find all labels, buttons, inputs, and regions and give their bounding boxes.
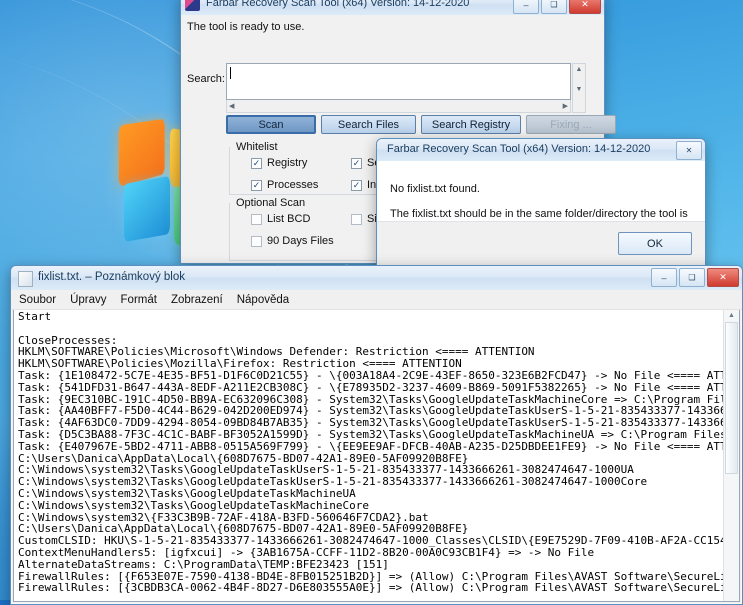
notepad-titlebar[interactable]: fixlist.txt. – Poznámkový blok – ❑ ✕ [11, 266, 742, 291]
search-files-button[interactable]: Search Files [321, 115, 416, 134]
scroll-up-icon[interactable]: ▲ [724, 312, 739, 319]
menu-item-help[interactable]: Nápověda [237, 294, 289, 306]
no-fixlist-dialog[interactable]: Farbar Recovery Scan Tool (x64) Version:… [376, 138, 706, 268]
search-label: Search: [187, 73, 225, 85]
search-horizontal-scrollbar[interactable]: ◀ ▶ [226, 100, 571, 113]
checkbox-box[interactable] [251, 213, 262, 225]
notepad-text-content[interactable]: Start CloseProcesses: HKLM\SOFTWARE\Poli… [18, 311, 723, 601]
frst-app-icon [185, 0, 200, 11]
checkbox-processes[interactable]: ✓ Processes [251, 179, 318, 191]
close-button[interactable]: ✕ [707, 268, 739, 287]
dialog-close-button[interactable]: ✕ [676, 141, 702, 160]
search-vertical-scrollbar[interactable]: ▲ ▼ [572, 63, 586, 113]
minimize-button[interactable]: – [651, 268, 677, 287]
scroll-right-icon[interactable]: ▶ [561, 102, 570, 110]
maximize-button[interactable]: ❑ [541, 0, 567, 14]
whitelist-legend: Whitelist [233, 141, 281, 153]
checkbox-90-days-files[interactable]: 90 Days Files [251, 235, 334, 247]
close-button[interactable]: ✕ [569, 0, 601, 14]
checkbox-box[interactable]: ✓ [351, 179, 362, 191]
ok-button[interactable]: OK [618, 232, 692, 255]
dialog-message-primary: No fixlist.txt found. [390, 183, 480, 195]
notepad-window-title: fixlist.txt. – Poznámkový blok [38, 271, 185, 283]
notepad-window-controls[interactable]: – ❑ ✕ [651, 268, 739, 287]
checkbox-list-bcd[interactable]: List BCD [251, 213, 310, 225]
dialog-titlebar[interactable]: Farbar Recovery Scan Tool (x64) Version:… [377, 139, 705, 162]
checkbox-label: Processes [267, 179, 319, 191]
flag-pane-orange [118, 118, 165, 187]
checkbox-box[interactable] [251, 235, 262, 247]
search-input[interactable] [226, 63, 571, 100]
scroll-left-icon[interactable]: ◀ [227, 102, 236, 110]
checkbox-label: Registry [267, 157, 308, 169]
optional-scan-legend: Optional Scan [233, 197, 309, 209]
dialog-title: Farbar Recovery Scan Tool (x64) Version:… [387, 143, 651, 155]
menu-item-format[interactable]: Formát [121, 294, 157, 306]
checkbox-label: List BCD [267, 213, 311, 225]
frst-window-controls[interactable]: – ❑ ✕ [513, 0, 601, 14]
checkbox-box[interactable]: ✓ [251, 157, 262, 169]
frst-titlebar[interactable]: Farbar Recovery Scan Tool (x64) Version:… [181, 0, 604, 16]
flag-pane-blue [124, 175, 170, 243]
checkbox-box[interactable] [351, 213, 362, 225]
notepad-vertical-scrollbar[interactable]: ▲ [723, 310, 739, 601]
frst-status-text: The tool is ready to use. [187, 21, 305, 33]
maximize-button[interactable]: ❑ [679, 268, 705, 287]
notepad-menubar[interactable]: Soubor Úpravy Formát Zobrazení Nápověda [11, 290, 742, 310]
notepad-window[interactable]: fixlist.txt. – Poznámkový blok – ❑ ✕ Sou… [10, 265, 743, 605]
fixing-button: Fixing ... [526, 115, 616, 134]
frst-window-title: Farbar Recovery Scan Tool (x64) Version:… [206, 0, 470, 9]
scroll-up-icon[interactable]: ▲ [573, 66, 585, 73]
dialog-window-controls[interactable]: ✕ [676, 141, 702, 160]
checkbox-registry[interactable]: ✓ Registry [251, 157, 307, 169]
minimize-button[interactable]: – [513, 0, 539, 14]
dialog-footer: OK [377, 221, 705, 267]
checkbox-box[interactable]: ✓ [351, 157, 362, 169]
menu-item-file[interactable]: Soubor [19, 294, 56, 306]
checkbox-box[interactable]: ✓ [251, 179, 262, 191]
menu-item-view[interactable]: Zobrazení [171, 294, 223, 306]
scan-button[interactable]: Scan [226, 115, 316, 134]
scrollbar-thumb[interactable] [725, 322, 738, 474]
search-registry-button[interactable]: Search Registry [421, 115, 521, 134]
checkbox-label: 90 Days Files [267, 235, 334, 247]
notepad-document-icon [18, 271, 33, 287]
dialog-body: No fixlist.txt found. The fixlist.txt sh… [377, 161, 705, 267]
menu-item-edit[interactable]: Úpravy [70, 294, 106, 306]
text-caret [230, 67, 231, 79]
scroll-down-icon[interactable]: ▼ [573, 86, 585, 93]
notepad-text-area[interactable]: Start CloseProcesses: HKLM\SOFTWARE\Poli… [13, 310, 740, 602]
